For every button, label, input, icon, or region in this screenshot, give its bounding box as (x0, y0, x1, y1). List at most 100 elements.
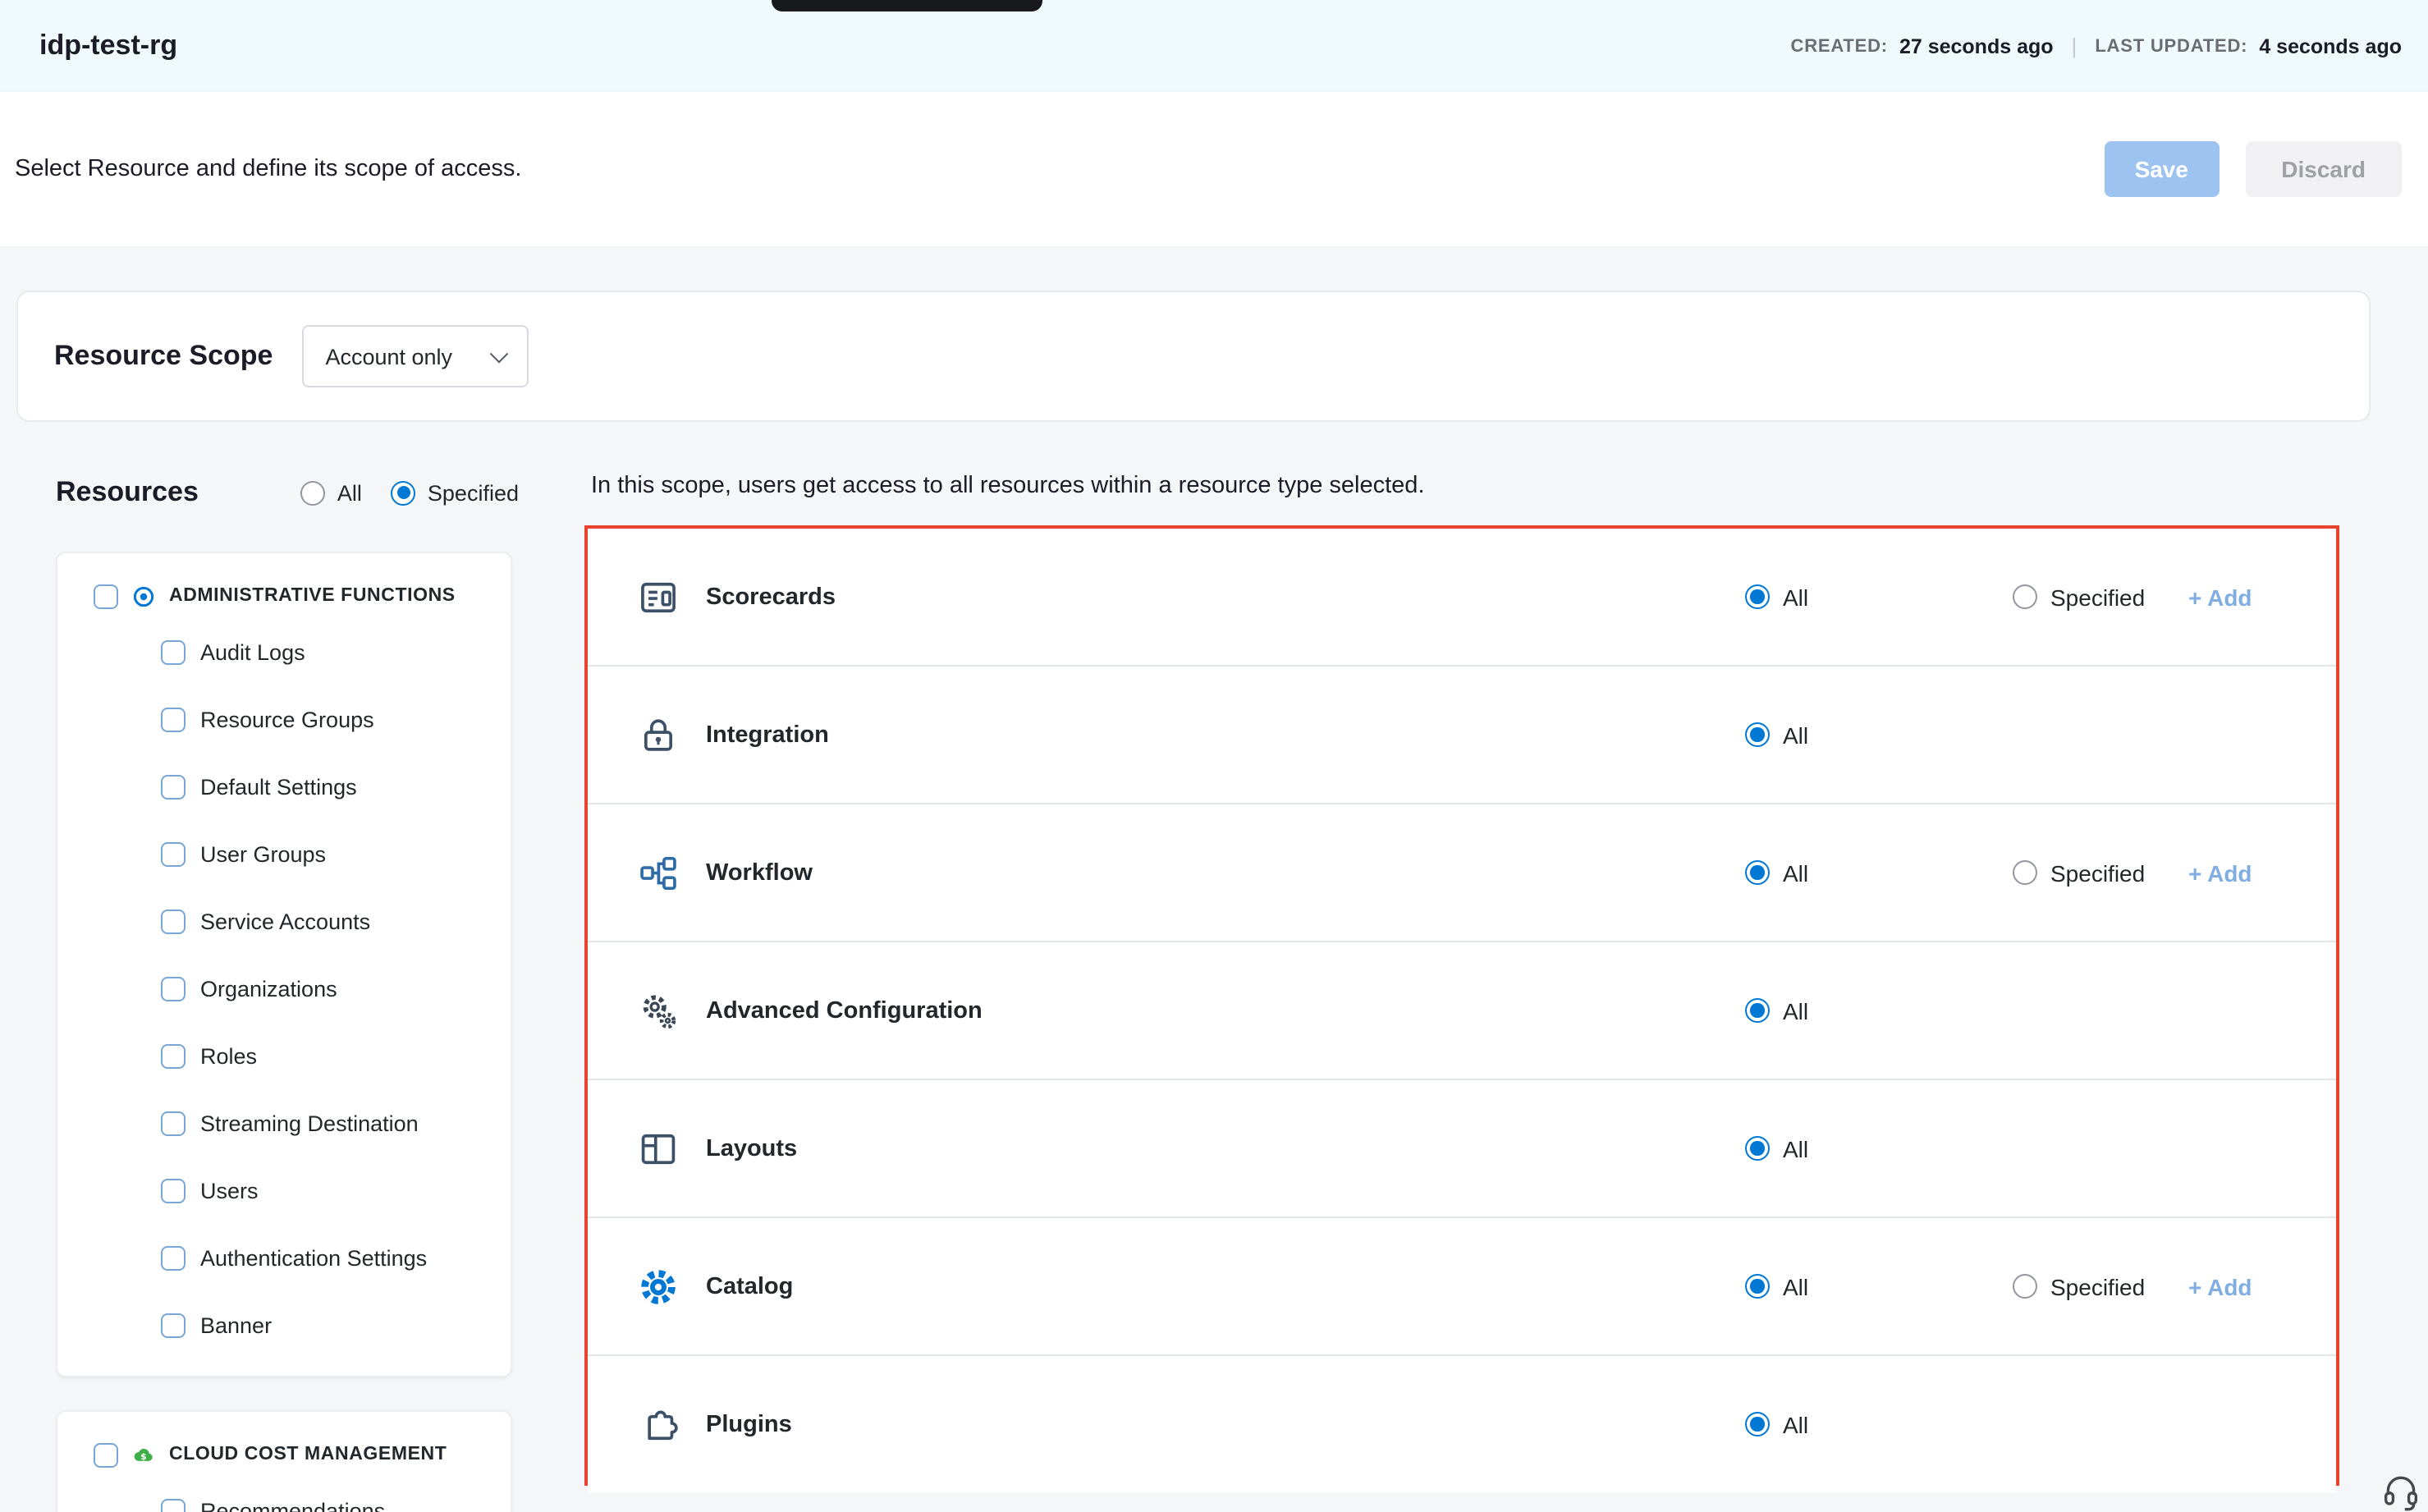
resource-group-header[interactable]: ADMINISTRATIVE FUNCTIONS (57, 573, 511, 619)
resource-type-row: ScorecardsAllSpecified+ Add (588, 529, 2336, 665)
all-radio[interactable] (1745, 860, 1770, 885)
gear-icon (637, 1265, 680, 1308)
resources-specified-label: Specified (428, 480, 519, 505)
resource-item[interactable]: Recommendations (57, 1478, 511, 1512)
resources-specified-radio[interactable] (392, 480, 416, 505)
all-radio-option[interactable]: All (1745, 722, 1808, 748)
all-radio[interactable] (1745, 722, 1770, 747)
resources-all-radio[interactable] (301, 480, 326, 505)
specified-radio[interactable] (2013, 1274, 2037, 1299)
specified-radio-option[interactable]: Specified (2013, 584, 2145, 610)
resource-item-checkbox[interactable] (161, 977, 186, 1001)
resource-item[interactable]: Organizations (57, 955, 511, 1023)
resource-type-label: Advanced Configuration (706, 997, 983, 1024)
resource-group-header[interactable]: $CLOUD COST MANAGEMENT (57, 1432, 511, 1478)
scope-hint-text: In this scope, users get access to all r… (591, 473, 1425, 499)
resource-item[interactable]: Roles (57, 1023, 511, 1090)
resources-all-label: All (337, 480, 362, 505)
page: idp-test-rg CREATED: 27 seconds ago | LA… (0, 0, 2428, 1512)
resource-item-label: Recommendations (200, 1499, 385, 1512)
specified-radio-label: Specified (2050, 584, 2145, 610)
all-radio-label: All (1783, 1273, 1808, 1299)
plugin-icon (637, 1403, 680, 1446)
resource-type-label: Plugins (706, 1411, 792, 1437)
add-link[interactable]: + Add (2188, 859, 2252, 886)
resource-item-label: Users (200, 1179, 259, 1203)
resource-item[interactable]: Banner (57, 1292, 511, 1359)
timestamp-separator: | (2072, 34, 2078, 58)
all-radio[interactable] (1745, 998, 1770, 1023)
resource-type-label: Catalog (706, 1273, 793, 1299)
all-radio[interactable] (1745, 1274, 1770, 1299)
resource-group-card: ADMINISTRATIVE FUNCTIONSAudit Logs Resour… (56, 552, 512, 1377)
resource-item-label: Banner (200, 1313, 272, 1338)
resource-item-checkbox[interactable] (161, 708, 186, 732)
specified-radio[interactable] (2013, 584, 2037, 609)
save-button[interactable]: Save (2104, 141, 2219, 197)
resource-item-label: Resource Groups (200, 708, 374, 732)
resource-type-label: Layouts (706, 1135, 797, 1161)
resource-item-checkbox[interactable] (161, 1499, 186, 1512)
all-radio-option[interactable]: All (1745, 859, 1808, 886)
resource-item[interactable]: Resource Groups (57, 686, 511, 754)
resource-type-row: Layouts All (588, 1079, 2336, 1216)
all-radio-option[interactable]: All (1745, 1273, 1808, 1299)
resource-scope-dropdown[interactable]: Account only (302, 325, 528, 387)
all-radio-label: All (1783, 1135, 1808, 1161)
resource-groups-column: ADMINISTRATIVE FUNCTIONSAudit Logs Resour… (56, 552, 512, 1512)
discard-button[interactable]: Discard (2245, 141, 2402, 197)
all-radio-option[interactable]: All (1745, 584, 1808, 610)
resource-item-label: Roles (200, 1044, 257, 1069)
headset-icon[interactable] (2380, 1471, 2421, 1512)
all-radio[interactable] (1745, 1136, 1770, 1161)
resource-item-checkbox[interactable] (161, 842, 186, 867)
group-checkbox[interactable] (94, 1442, 118, 1467)
specified-radio-option[interactable]: Specified (2013, 859, 2145, 886)
resources-specified-option[interactable]: Specified (392, 480, 519, 505)
resource-item-checkbox[interactable] (161, 640, 186, 665)
resource-item[interactable]: Users (57, 1157, 511, 1225)
resource-item-checkbox[interactable] (161, 1044, 186, 1069)
lock-icon (637, 713, 680, 756)
specified-radio-label: Specified (2050, 859, 2145, 886)
resource-type-label: Integration (706, 722, 829, 748)
toolbar-description: Select Resource and define its scope of … (15, 156, 2104, 182)
svg-text:$: $ (140, 1450, 146, 1461)
resource-item-label: Streaming Destination (200, 1111, 419, 1136)
specified-radio[interactable] (2013, 860, 2037, 885)
resource-item-checkbox[interactable] (161, 1246, 186, 1271)
resource-item-checkbox[interactable] (161, 909, 186, 934)
add-link[interactable]: + Add (2188, 584, 2252, 610)
created-label: CREATED: (1791, 36, 1888, 56)
resource-item-checkbox[interactable] (161, 1313, 186, 1338)
all-radio-label: All (1783, 859, 1808, 886)
group-checkbox[interactable] (94, 584, 118, 608)
content-area: Resource Scope Account only Resources Al… (0, 246, 2428, 1512)
resource-item[interactable]: Authentication Settings (57, 1225, 511, 1292)
add-link[interactable]: + Add (2188, 1273, 2252, 1299)
resource-item[interactable]: User Groups (57, 821, 511, 888)
resource-item[interactable]: Streaming Destination (57, 1090, 511, 1157)
resource-item-label: Service Accounts (200, 909, 370, 934)
resource-group-card: $CLOUD COST MANAGEMENT Recommendations (56, 1410, 512, 1512)
resource-item-checkbox[interactable] (161, 1179, 186, 1203)
all-radio[interactable] (1745, 1412, 1770, 1436)
all-radio[interactable] (1745, 584, 1770, 609)
admin-functions-icon (131, 584, 156, 608)
resource-item-label: User Groups (200, 842, 326, 867)
resource-type-row: WorkflowAllSpecified+ Add (588, 803, 2336, 941)
all-radio-option[interactable]: All (1745, 1411, 1808, 1437)
all-radio-label: All (1783, 1411, 1808, 1437)
resources-all-option[interactable]: All (301, 480, 362, 505)
selected-resource-types-box: ScorecardsAllSpecified+ AddIntegrationAl… (584, 525, 2339, 1486)
all-radio-option[interactable]: All (1745, 997, 1808, 1024)
specified-radio-option[interactable]: Specified (2013, 1273, 2145, 1299)
resource-item[interactable]: Service Accounts (57, 888, 511, 955)
all-radio-option[interactable]: All (1745, 1135, 1808, 1161)
resource-item[interactable]: Audit Logs (57, 619, 511, 686)
resource-item[interactable]: Default Settings (57, 754, 511, 821)
resource-item-checkbox[interactable] (161, 1111, 186, 1136)
resource-item-checkbox[interactable] (161, 775, 186, 800)
page-title: idp-test-rg (39, 30, 177, 62)
last-updated-value: 4 seconds ago (2259, 34, 2402, 57)
